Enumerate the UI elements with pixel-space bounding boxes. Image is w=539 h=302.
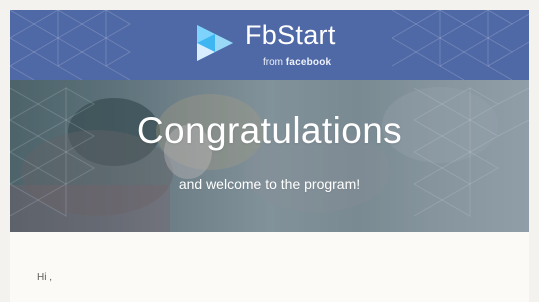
hero-banner: Congratulations and welcome to the progr… <box>10 80 529 232</box>
brand-from-prefix: from <box>263 57 283 68</box>
fbstart-play-icon <box>197 25 233 61</box>
email-header: FbStart from facebook <box>10 10 529 80</box>
hero-subtitle: and welcome to the program! <box>178 176 361 192</box>
brand-name: FbStart <box>245 20 336 50</box>
fbstart-logo: FbStart from facebook <box>193 19 353 71</box>
email-card: FbStart from facebook Congratulations an… <box>10 10 529 302</box>
hero-title: Congratulations <box>136 110 403 151</box>
hero-tint-overlay <box>10 80 529 232</box>
email-greeting: Hi , <box>37 272 52 283</box>
brand-tagline: from facebook <box>263 57 331 68</box>
screen-background: FbStart from facebook Congratulations an… <box>0 0 539 302</box>
brand-company-name: facebook <box>285 57 332 68</box>
